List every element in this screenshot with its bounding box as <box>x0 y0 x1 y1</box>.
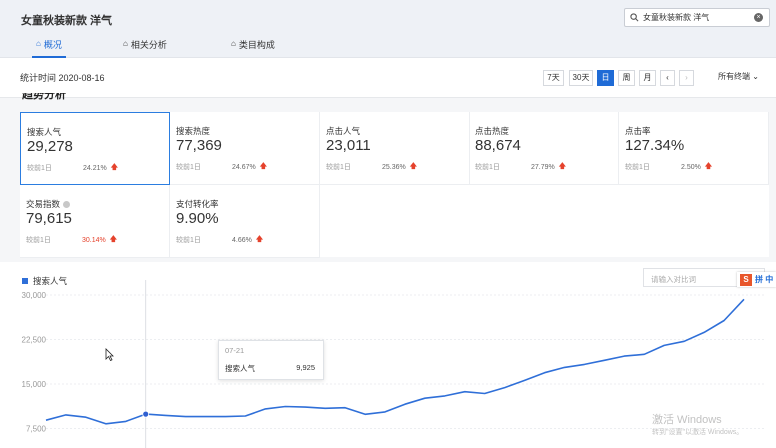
series-line-search-popularity <box>45 298 745 425</box>
terminal-select[interactable]: 所有终端 ⌄ <box>718 71 759 82</box>
metric-compare: 较前1日 <box>326 164 351 171</box>
chevron-left-icon: ‹ <box>666 73 669 82</box>
metric-change-value: 2.50% <box>681 164 701 171</box>
metric-change: 4.66% 🡅 <box>232 235 263 246</box>
metric-card-trade-index[interactable]: 交易指数 79,615 较前1日 30.14% 🡅 <box>20 185 170 258</box>
arrow-up-icon: 🡅 <box>558 163 566 170</box>
page-header: 女童秋装新款 洋气 女童秋装新款 洋气 × ⌂ 概况 ⌂ 相关分析 ⌂ 类目构成 <box>0 0 776 58</box>
metric-label: 搜索人气 <box>27 127 62 137</box>
clear-icon[interactable]: × <box>754 13 763 22</box>
metric-change-value: 4.66% <box>232 237 252 244</box>
metric-change: 25.36% 🡅 <box>382 162 417 173</box>
range-7-days-button[interactable]: 7天 <box>543 70 564 86</box>
tab-category-composition[interactable]: ⌂ 类目构成 <box>231 38 275 58</box>
metric-compare: 较前1日 <box>27 165 52 172</box>
metric-label-text: 交易指数 <box>26 199 61 209</box>
metric-label: 支付转化率 <box>176 199 219 209</box>
tab-label: 相关分析 <box>130 40 167 50</box>
prev-date-button[interactable]: ‹ <box>660 70 675 86</box>
metric-change: 27.79% 🡅 <box>531 162 566 173</box>
info-icon[interactable] <box>63 200 71 208</box>
metric-card-search-heat[interactable]: 搜索热度 77,369 较前1日 24.67% 🡅 <box>170 112 320 185</box>
bag-icon: ⌂ <box>123 39 128 48</box>
metric-label: 点击率 <box>625 126 651 136</box>
tab-label: 概况 <box>43 40 62 50</box>
metric-value: 127.34% <box>625 137 685 154</box>
tab-label: 类目构成 <box>238 40 275 50</box>
metric-card-payment-conversion[interactable]: 支付转化率 9.90% 较前1日 4.66% 🡅 <box>170 185 320 258</box>
y-tick-label: 7,500 <box>26 425 47 434</box>
arrow-up-icon: 🡅 <box>255 236 264 243</box>
arrow-up-icon: 🡅 <box>409 163 417 170</box>
metric-value: 77,369 <box>176 137 222 154</box>
metric-label: 交易指数 <box>26 198 71 210</box>
arrow-up-icon: 🡅 <box>704 163 713 170</box>
metrics-grid: 搜索人气 29,278 较前1日 24.21% 🡅 搜索热度 77,369 较前1… <box>20 112 769 258</box>
arrow-up-icon: 🡅 <box>109 236 117 243</box>
chart-tooltip: 07-21 搜索人气 9,925 <box>218 340 324 380</box>
range-30-days-button[interactable]: 30天 <box>569 70 593 86</box>
metric-value: 9.90% <box>176 210 219 227</box>
range-day-button[interactable]: 日 <box>597 70 614 86</box>
metric-compare: 较前1日 <box>176 237 201 244</box>
metric-value: 23,011 <box>326 137 371 154</box>
next-date-button[interactable]: › <box>679 70 694 86</box>
search-value: 女童秋装新款 洋气 <box>643 13 710 22</box>
tooltip-date: 07-21 <box>225 346 245 355</box>
metric-compare: 较前1日 <box>475 164 500 171</box>
metric-value: 29,278 <box>27 138 73 155</box>
tab-related-analysis[interactable]: ⌂ 相关分析 <box>123 38 167 58</box>
terminal-select-value: 所有终端 <box>718 72 750 81</box>
ime-mode-text: 拼 中 <box>755 275 774 284</box>
activation-watermark-subtitle: 转到"设置"以激活 Windows。 <box>652 429 744 436</box>
metric-change: 24.67% 🡅 <box>232 162 267 173</box>
home-icon: ⌂ <box>36 39 41 48</box>
metric-change-value: 24.21% <box>83 165 107 172</box>
highlighted-data-point[interactable] <box>142 410 150 418</box>
tooltip-value: 9,925 <box>296 363 315 372</box>
chevron-right-icon: › <box>685 73 688 82</box>
stat-time: 统计时间 2020-08-16 <box>20 73 105 83</box>
toolbar: 统计时间 2020-08-16 7天 30天 日 周 月 ‹ › 所有终端 ⌄ <box>0 58 776 98</box>
metric-compare: 较前1日 <box>625 164 650 171</box>
metric-change: 24.21% 🡅 <box>83 163 118 174</box>
range-month-button[interactable]: 月 <box>639 70 656 86</box>
search-icon <box>630 13 639 22</box>
metric-change: 2.50% 🡅 <box>681 162 712 173</box>
metric-label: 点击热度 <box>475 126 510 136</box>
metric-card-click-popularity[interactable]: 点击人气 23,011 较前1日 25.36% 🡅 <box>320 112 470 185</box>
y-tick-label: 30,000 <box>22 291 47 300</box>
page-title: 女童秋装新款 洋气 <box>21 15 113 27</box>
bag-icon: ⌂ <box>231 39 236 48</box>
arrow-up-icon: 🡅 <box>110 164 118 171</box>
metric-compare: 较前1日 <box>176 164 201 171</box>
metric-card-click-heat[interactable]: 点击热度 88,674 较前1日 27.79% 🡅 <box>469 112 619 185</box>
metric-label: 点击人气 <box>326 126 361 136</box>
arrow-up-icon: 🡅 <box>259 163 267 170</box>
ime-logo-icon: S <box>740 273 752 286</box>
metric-card-search-popularity[interactable]: 搜索人气 29,278 较前1日 24.21% 🡅 <box>20 112 170 185</box>
tooltip-label: 搜索人气 <box>225 364 255 373</box>
metric-card-click-rate[interactable]: 点击率 127.34% 较前1日 2.50% 🡅 <box>619 112 769 185</box>
ime-indicator[interactable]: S 拼 中 <box>737 272 776 287</box>
chevron-down-icon: ⌄ <box>752 72 759 81</box>
metric-value: 88,674 <box>475 137 521 154</box>
metric-compare: 较前1日 <box>26 237 51 244</box>
y-tick-label: 22,500 <box>22 336 47 345</box>
metric-change-value: 30.14% <box>82 237 106 244</box>
metric-change-value: 25.36% <box>382 164 406 171</box>
metric-change: 30.14% 🡅 <box>82 235 117 246</box>
tab-overview[interactable]: ⌂ 概况 <box>32 38 66 58</box>
metric-label: 搜索热度 <box>176 126 211 136</box>
y-tick-label: 15,000 <box>22 380 47 389</box>
search-input[interactable]: 女童秋装新款 洋气 × <box>624 8 770 27</box>
metric-value: 79,615 <box>26 210 72 227</box>
range-week-button[interactable]: 周 <box>618 70 635 86</box>
metric-change-value: 27.79% <box>531 164 555 171</box>
mouse-cursor-icon <box>105 348 114 361</box>
activation-watermark-title: 激活 Windows <box>652 414 722 426</box>
metric-change-value: 24.67% <box>232 164 256 171</box>
